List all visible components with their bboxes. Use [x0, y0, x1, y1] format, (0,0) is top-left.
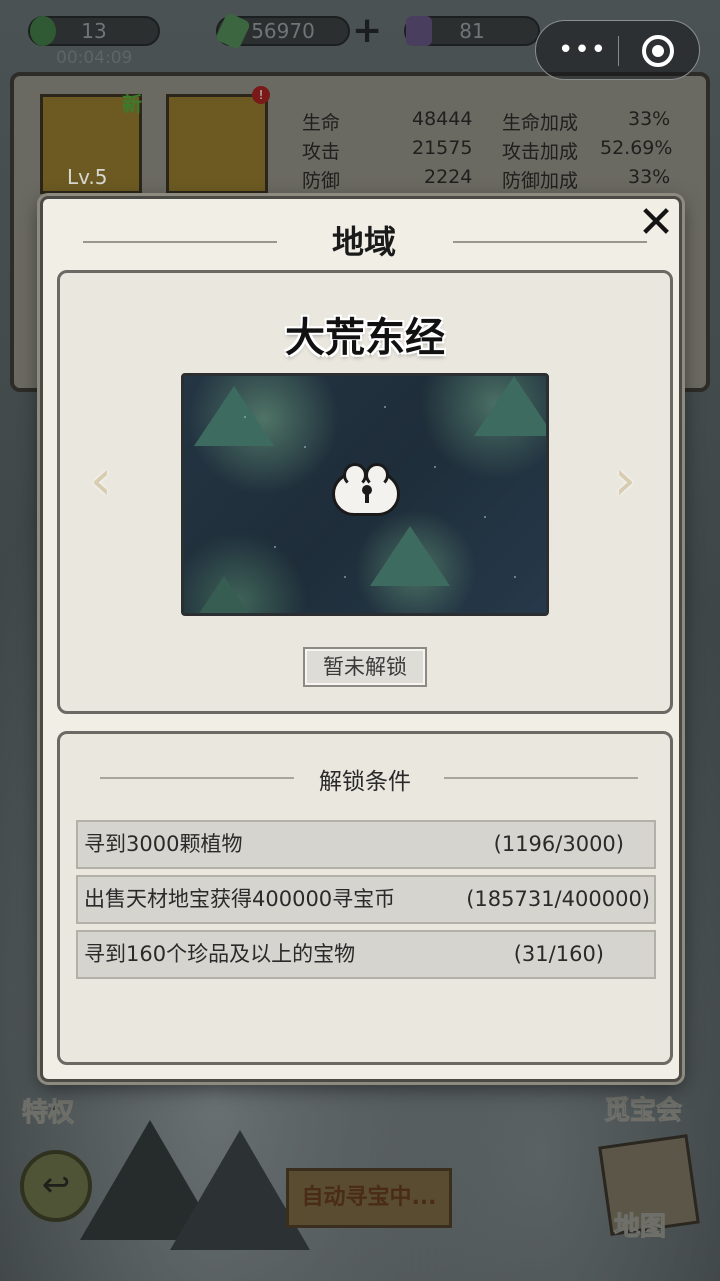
island-decoration — [184, 576, 264, 613]
alert-badge: ! — [252, 86, 270, 104]
miniprogram-capsule: ••• — [535, 20, 700, 80]
condition-progress: (185731/400000) — [466, 887, 650, 911]
stat-label: 生命 — [302, 112, 341, 134]
star-dot — [514, 576, 516, 578]
stat-value: 2224 — [424, 166, 473, 188]
stat-label: 攻击 — [302, 141, 341, 163]
region-map-image — [181, 373, 549, 616]
lock-icon — [332, 463, 400, 516]
island-decoration — [194, 386, 274, 446]
star-dot — [384, 406, 386, 408]
stat-value: 48444 — [412, 108, 473, 130]
more-menu-icon[interactable]: ••• — [558, 37, 607, 63]
close-miniprogram-icon[interactable] — [642, 35, 674, 67]
stat-bonus-value: 33% — [628, 108, 671, 130]
next-region-button[interactable]: › — [600, 451, 650, 511]
close-button[interactable]: ✕ — [633, 201, 679, 245]
star-dot — [274, 546, 276, 548]
stat-bonus-label: 生命加成 — [502, 112, 579, 134]
unlock-conditions-card: 解锁条件 寻到3000颗植物 (1196/3000) 出售天材地宝获得40000… — [57, 731, 673, 1065]
prev-region-button[interactable]: ‹ — [76, 451, 126, 511]
star-dot — [434, 466, 436, 468]
dialog-title: 地域 — [331, 223, 396, 261]
add-gold-button[interactable]: + — [352, 13, 382, 49]
locked-status-button[interactable]: 暂未解锁 — [303, 647, 427, 687]
new-badge: 新 — [122, 92, 142, 116]
back-button[interactable]: ↩ — [20, 1150, 92, 1222]
stat-bonus-value: 52.69% — [600, 137, 673, 159]
star-dot — [344, 576, 346, 578]
region-name: 大荒东经 — [285, 315, 445, 361]
condition-row: 寻到3000颗植物 (1196/3000) — [76, 820, 656, 869]
stat-bonus-label: 攻击加成 — [502, 141, 579, 163]
condition-row: 出售天材地宝获得400000寻宝币 (185731/400000) — [76, 875, 656, 924]
condition-row: 寻到160个珍品及以上的宝物 (31/160) — [76, 930, 656, 979]
condition-progress: (1196/3000) — [493, 832, 624, 856]
map-label: 地图 — [613, 1212, 667, 1243]
region-dialog: 地域 ✕ 大荒东经 ‹ › 暂未解锁 解锁条件 寻到3000颗植物 (1196/… — [40, 196, 682, 1082]
timer-text: 00:04:09 — [56, 48, 133, 68]
gold-value: 56970 — [251, 19, 315, 43]
conditions-title: 解锁条件 — [319, 769, 411, 795]
capsule-divider — [618, 36, 619, 66]
star-dot — [484, 516, 486, 518]
condition-text: 寻到160个珍品及以上的宝物 — [84, 942, 356, 966]
scroll-thumbnail[interactable] — [166, 94, 268, 194]
auto-search-button[interactable]: 自动寻宝中... — [286, 1168, 452, 1228]
island-decoration — [370, 526, 450, 586]
back-arrow-icon: ↩ — [41, 1165, 71, 1205]
stat-value: 21575 — [412, 137, 473, 159]
island-decoration — [474, 376, 546, 436]
energy-icon — [30, 16, 56, 46]
privilege-button[interactable]: 特权 — [21, 1092, 74, 1129]
stat-bonus-label: 防御加成 — [502, 170, 579, 192]
condition-text: 寻到3000颗植物 — [84, 832, 243, 856]
stat-label: 防御 — [302, 170, 341, 192]
star-dot — [304, 446, 306, 448]
region-preview-card: 大荒东经 ‹ › 暂未解锁 — [57, 270, 673, 714]
gem-icon — [406, 16, 432, 46]
treasure-meet-button[interactable]: 觅宝会 — [603, 1090, 682, 1127]
keyhole-icon — [362, 485, 372, 503]
energy-value: 13 — [81, 19, 107, 43]
stat-bonus-value: 33% — [628, 166, 671, 188]
condition-text: 出售天材地宝获得400000寻宝币 — [84, 887, 396, 911]
condition-progress: (31/160) — [513, 942, 604, 966]
star-dot — [244, 416, 246, 418]
level-label: Lv.5 — [67, 165, 108, 189]
gem-value: 81 — [459, 19, 485, 43]
